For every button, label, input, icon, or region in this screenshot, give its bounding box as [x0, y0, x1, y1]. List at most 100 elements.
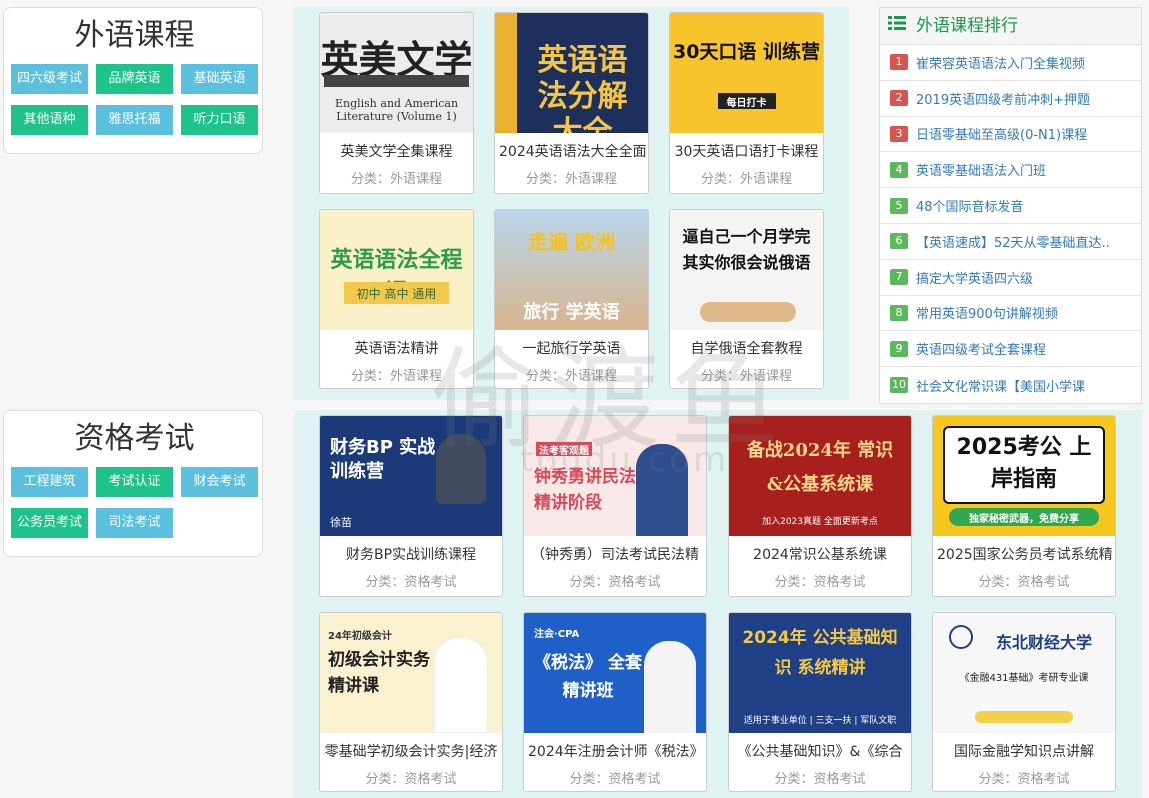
course-card[interactable]: 备战2024年 常识&公基系统课 加入2023真题 全面更新考点 2024常识公… [728, 415, 912, 597]
course-card[interactable]: 英美文学 English and American Literature (Vo… [319, 12, 474, 194]
course-card[interactable]: 财务BP 实战训练营 徐苗 财务BP实战训练课程 分类：资格考试 [319, 415, 503, 597]
ranking-item[interactable]: 6 【英语速成】52天从零基础直达.. [880, 224, 1141, 260]
course-category: 分类：资格考试 [569, 772, 661, 787]
course-title: 2024常识公基系统课 [753, 547, 887, 563]
ranking-item[interactable]: 10 社会文化常识课【美国小学课 [880, 367, 1141, 403]
ranking-title: 外语课程排行 [916, 15, 1018, 36]
course-card[interactable]: 2025考公 上岸指南 独家秘密武器，免费分享 2025国家公务员考试系统精 分… [932, 415, 1116, 597]
course-title: 2024英语语法大全全面 [499, 144, 647, 160]
course-title: 2024年注册会计师《税法》 [528, 744, 704, 760]
course-category: 分类：外语课程 [700, 172, 792, 187]
course-thumbnail: 24年初级会计 初级会计实务 精讲课 [320, 613, 502, 733]
tag-link[interactable]: 工程建筑 [11, 467, 88, 497]
ranking-link[interactable]: 【英语速成】52天从零基础直达.. [916, 232, 1110, 251]
course-card[interactable]: 逼自己一个月学完 其实你很会说俄语 自学俄语全套教程 分类：外语课程 [669, 209, 824, 389]
course-title: 英语语法精讲 [354, 341, 439, 357]
ranking-item[interactable]: 7 搞定大学英语四六级 [880, 260, 1141, 296]
course-card[interactable]: 英语语法全程课 初中 高中 通用 英语语法精讲 分类：外语课程 [319, 209, 474, 389]
category-box-exam: 资格考试 工程建筑 考试认证 财会考试 公务员考试 司法考试 [3, 410, 263, 557]
course-category: 分类：资格考试 [365, 575, 457, 590]
course-category: 分类：资格考试 [978, 575, 1070, 590]
ranking-link[interactable]: 英语四级考试全套课程 [916, 339, 1046, 358]
course-category: 分类：资格考试 [774, 772, 866, 787]
course-thumbnail: 走遍 欧洲 旅行 学英语 [495, 210, 648, 330]
tag-list: 工程建筑 考试认证 财会考试 公务员考试 司法考试 [11, 467, 258, 538]
tag-link[interactable]: 其他语种 [11, 105, 88, 135]
course-category: 分类：资格考试 [978, 772, 1070, 787]
course-thumbnail: 注会·CPA 《税法》 全套精讲班 [524, 613, 706, 733]
course-thumbnail: 英语语法分解大全 [495, 13, 648, 133]
list-icon [888, 8, 906, 45]
course-thumbnail: 2024年 公共基础知识 系统精讲 适用于事业单位 | 三支一扶 | 军队文职 [729, 613, 911, 733]
ranking-item[interactable]: 1 崔荣容英语语法入门全集视频 [880, 45, 1141, 81]
course-card[interactable]: 走遍 欧洲 旅行 学英语 一起旅行学英语 分类：外语课程 [494, 209, 649, 389]
course-category: 分类：外语课程 [525, 369, 617, 384]
course-title: 财务BP实战训练课程 [345, 547, 477, 563]
course-thumbnail: 2025考公 上岸指南 独家秘密武器，免费分享 [933, 416, 1115, 536]
ranking-link[interactable]: 搞定大学英语四六级 [916, 268, 1033, 287]
course-thumbnail: 英美文学 English and American Literature (Vo… [320, 13, 473, 133]
course-title: 英美文学全集课程 [340, 144, 453, 160]
course-thumbnail: 30天口语 训练营 每日打卡 [670, 13, 823, 133]
course-title: 《公共基础知识》&《综合 [737, 744, 903, 760]
rank-number: 4 [890, 161, 908, 178]
rank-number: 8 [890, 304, 908, 321]
tag-link[interactable]: 基础英语 [181, 64, 258, 94]
rank-number: 9 [890, 340, 908, 357]
rank-number: 6 [890, 233, 908, 250]
course-title: 2025国家公务员考试系统精 [937, 547, 1113, 563]
rank-number: 3 [890, 125, 908, 142]
rank-number: 2 [890, 90, 908, 107]
course-category: 分类：外语课程 [350, 172, 442, 187]
course-card[interactable]: 注会·CPA 《税法》 全套精讲班 2024年注册会计师《税法》 分类：资格考试 [523, 612, 707, 792]
ranking-item[interactable]: 8 常用英语900句讲解视频 [880, 296, 1141, 332]
tag-link[interactable]: 公务员考试 [11, 508, 88, 538]
tag-link[interactable]: 四六级考试 [11, 64, 88, 94]
ranking-link[interactable]: 日语零基础至高级(0-N1)课程 [916, 124, 1087, 143]
tag-link[interactable]: 考试认证 [96, 467, 173, 497]
course-thumbnail: 备战2024年 常识&公基系统课 加入2023真题 全面更新考点 [729, 416, 911, 536]
category-title: 外语课程 [74, 18, 195, 53]
ranking-link[interactable]: 48个国际音标发音 [916, 196, 1024, 215]
course-card[interactable]: 英语语法分解大全 2024英语语法大全全面 分类：外语课程 [494, 12, 649, 194]
ranking-link[interactable]: 常用英语900句讲解视频 [916, 303, 1058, 322]
rank-number: 5 [890, 197, 908, 214]
course-title: 零基础学初级会计实务|经济 [324, 744, 498, 760]
ranking-panel: 外语课程排行 1 崔荣容英语语法入门全集视频 2 2019英语四级考前冲刺+押题 3… [879, 7, 1142, 404]
rank-number: 7 [890, 269, 908, 286]
category-title: 资格考试 [74, 421, 195, 456]
course-title: 一起旅行学英语 [522, 341, 621, 357]
category-box-foreign: 外语课程 四六级考试 品牌英语 基础英语 其他语种 雅思托福 听力口语 [3, 7, 263, 154]
tag-link[interactable]: 司法考试 [96, 508, 173, 538]
tag-link[interactable]: 品牌英语 [96, 64, 173, 94]
ranking-header: 外语课程排行 [880, 8, 1141, 45]
rank-number: 1 [890, 54, 908, 71]
course-category: 分类：资格考试 [569, 575, 661, 590]
course-category: 分类：外语课程 [700, 369, 792, 384]
tag-link[interactable]: 听力口语 [181, 105, 258, 135]
tag-list: 四六级考试 品牌英语 基础英语 其他语种 雅思托福 听力口语 [11, 64, 258, 135]
course-card[interactable]: 法考客观题 钟秀勇讲民法 精讲阶段 （钟秀勇）司法考试民法精 分类：资格考试 [523, 415, 707, 597]
course-category: 分类：外语课程 [525, 172, 617, 187]
course-category: 分类：外语课程 [350, 369, 442, 384]
course-thumbnail: 英语语法全程课 初中 高中 通用 [320, 210, 473, 330]
ranking-item[interactable]: 3 日语零基础至高级(0-N1)课程 [880, 117, 1141, 153]
ranking-item[interactable]: 9 英语四级考试全套课程 [880, 331, 1141, 368]
rank-number: 10 [890, 377, 908, 394]
ranking-link[interactable]: 社会文化常识课【美国小学课 [916, 376, 1085, 395]
ranking-link[interactable]: 2019英语四级考前冲刺+押题 [916, 89, 1090, 108]
course-card[interactable]: 24年初级会计 初级会计实务 精讲课 零基础学初级会计实务|经济 分类：资格考试 [319, 612, 503, 792]
tag-link[interactable]: 雅思托福 [96, 105, 173, 135]
course-card[interactable]: 2024年 公共基础知识 系统精讲 适用于事业单位 | 三支一扶 | 军队文职 … [728, 612, 912, 792]
ranking-item[interactable]: 2 2019英语四级考前冲刺+押题 [880, 81, 1141, 117]
course-title: 自学俄语全套教程 [690, 341, 803, 357]
ranking-link[interactable]: 崔荣容英语语法入门全集视频 [916, 53, 1085, 72]
course-title: 国际金融学知识点讲解 [954, 744, 1094, 760]
course-card[interactable]: 东北财经大学 《金融431基础》考研专业课 国际金融学知识点讲解 分类：资格考试 [932, 612, 1116, 792]
course-card[interactable]: 30天口语 训练营 每日打卡 30天英语口语打卡课程 分类：外语课程 [669, 12, 824, 194]
ranking-item[interactable]: 4 英语零基础语法入门班 [880, 152, 1141, 189]
ranking-link[interactable]: 英语零基础语法入门班 [916, 160, 1046, 179]
course-title: 30天英语口语打卡课程 [674, 144, 819, 160]
tag-link[interactable]: 财会考试 [181, 467, 258, 497]
ranking-item[interactable]: 5 48个国际音标发音 [880, 188, 1141, 224]
